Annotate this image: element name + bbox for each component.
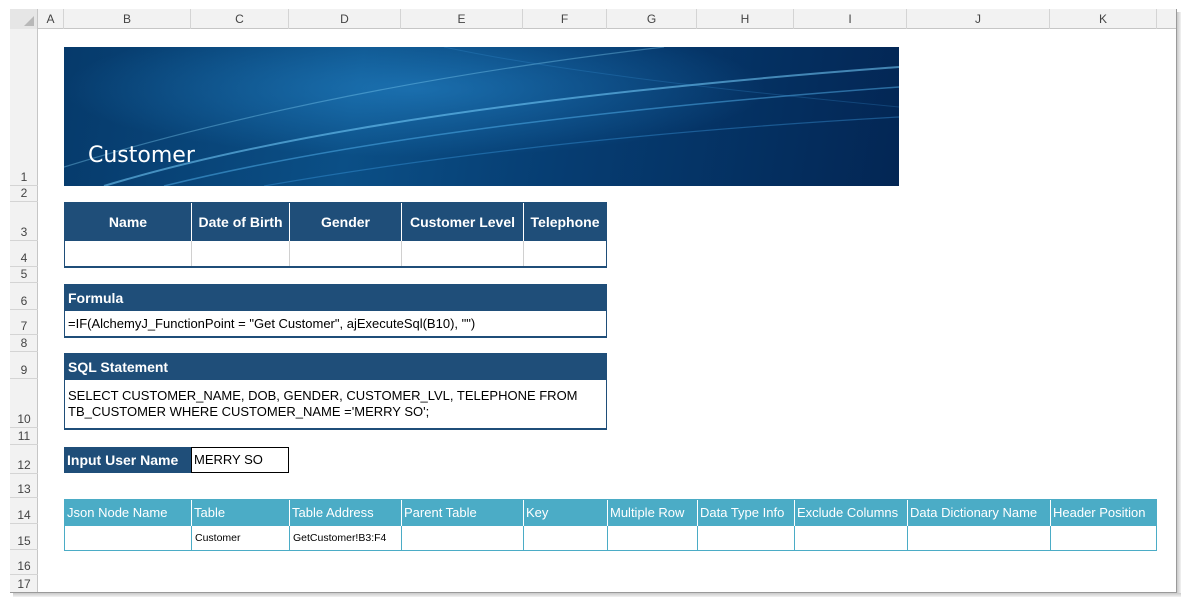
row-header-14[interactable]: 14 <box>10 498 38 524</box>
sql-line-1: SELECT CUSTOMER_NAME, DOB, GENDER, CUSTO… <box>68 388 578 403</box>
mapping-table: Json Node Name Table Table Address Paren… <box>64 499 1157 551</box>
row-header-11[interactable]: 11 <box>10 428 38 445</box>
mapping-header-table-address: Table Address <box>290 500 402 526</box>
mapping-cell-parent-table[interactable] <box>402 526 524 550</box>
row-header-5[interactable]: 5 <box>10 267 38 283</box>
sql-header: SQL Statement <box>65 354 606 380</box>
row-header-10[interactable]: 10 <box>10 379 38 428</box>
mapping-header-json-node-name: Json Node Name <box>65 500 192 526</box>
row-header-bar: 1 2 3 4 5 6 7 8 9 10 11 12 13 14 15 16 1… <box>10 29 38 592</box>
mapping-header-data-dictionary-name: Data Dictionary Name <box>908 500 1051 526</box>
header-date-of-birth: Date of Birth <box>192 203 290 241</box>
row-header-15[interactable]: 15 <box>10 524 38 550</box>
column-header-d[interactable]: D <box>289 9 401 29</box>
row-header-6[interactable]: 6 <box>10 283 38 310</box>
row-header-4[interactable]: 4 <box>10 241 38 267</box>
mapping-cell-data-dictionary-name[interactable] <box>908 526 1051 550</box>
mapping-header-multiple-row: Multiple Row <box>608 500 698 526</box>
mapping-cell-exclude-columns[interactable] <box>795 526 908 550</box>
input-user-name-label: Input User Name <box>64 447 191 473</box>
mapping-cell-table[interactable]: Customer <box>192 526 290 550</box>
mapping-cell-header-position[interactable] <box>1051 526 1156 550</box>
row-header-13[interactable]: 13 <box>10 474 38 498</box>
formula-cell[interactable]: =IF(AlchemyJ_FunctionPoint = "Get Custom… <box>65 311 606 336</box>
column-header-f[interactable]: F <box>523 9 607 29</box>
select-all-button[interactable] <box>10 9 38 29</box>
row-header-2[interactable]: 2 <box>10 186 38 202</box>
column-header-k[interactable]: K <box>1050 9 1157 29</box>
row-header-3[interactable]: 3 <box>10 202 38 241</box>
row-header-9[interactable]: 9 <box>10 352 38 379</box>
column-header-j[interactable]: J <box>907 9 1050 29</box>
mapping-header-exclude-columns: Exclude Columns <box>795 500 908 526</box>
formula-block: Formula =IF(AlchemyJ_FunctionPoint = "Ge… <box>64 284 607 338</box>
mapping-header-header-position: Header Position <box>1051 500 1156 526</box>
header-customer-level: Customer Level <box>402 203 524 241</box>
header-name: Name <box>65 203 192 241</box>
row-header-16[interactable]: 16 <box>10 550 38 575</box>
mapping-header-key: Key <box>524 500 608 526</box>
header-gender: Gender <box>290 203 402 241</box>
row-header-7[interactable]: 7 <box>10 310 38 335</box>
formula-header: Formula <box>65 285 606 311</box>
mapping-cell-json-node-name[interactable] <box>65 526 192 550</box>
row-header-8[interactable]: 8 <box>10 335 38 352</box>
column-header-h[interactable]: H <box>697 9 794 29</box>
column-header-i[interactable]: I <box>794 9 907 29</box>
cell-date-of-birth[interactable] <box>192 241 290 266</box>
column-header-e[interactable]: E <box>401 9 523 29</box>
banner-image: Customer <box>64 47 899 186</box>
customer-table: Name Date of Birth Gender Customer Level… <box>64 202 607 268</box>
cell-customer-level[interactable] <box>402 241 524 266</box>
input-user-name-field[interactable]: MERRY SO <box>191 447 289 473</box>
column-header-c[interactable]: C <box>191 9 289 29</box>
column-header-a[interactable]: A <box>38 9 64 29</box>
mapping-cell-key[interactable] <box>524 526 608 550</box>
mapping-header-data-type-info: Data Type Info <box>698 500 795 526</box>
mapping-cell-data-type-info[interactable] <box>698 526 795 550</box>
cell-name[interactable] <box>65 241 192 266</box>
spreadsheet-window: A B C D E F G H I J K 1 2 3 4 5 6 7 8 9 … <box>10 9 1177 593</box>
sql-line-2: TB_CUSTOMER WHERE CUSTOMER_NAME ='MERRY … <box>68 404 430 419</box>
cell-gender[interactable] <box>290 241 402 266</box>
mapping-header-parent-table: Parent Table <box>402 500 524 526</box>
sql-cell[interactable]: SELECT CUSTOMER_NAME, DOB, GENDER, CUSTO… <box>65 380 606 428</box>
row-header-12[interactable]: 12 <box>10 445 38 474</box>
sql-block: SQL Statement SELECT CUSTOMER_NAME, DOB,… <box>64 353 607 430</box>
column-header-bar: A B C D E F G H I J K <box>10 9 1176 29</box>
column-header-g[interactable]: G <box>607 9 697 29</box>
mapping-header-table: Table <box>192 500 290 526</box>
mapping-cell-multiple-row[interactable] <box>608 526 698 550</box>
header-telephone: Telephone <box>524 203 606 241</box>
column-header-b[interactable]: B <box>64 9 191 29</box>
row-header-17[interactable]: 17 <box>10 575 38 592</box>
row-header-1[interactable]: 1 <box>10 29 38 186</box>
mapping-cell-table-address[interactable]: GetCustomer!B3:F4 <box>290 526 402 550</box>
cell-telephone[interactable] <box>524 241 606 266</box>
banner-title: Customer <box>88 143 195 168</box>
select-all-triangle-icon <box>24 16 34 26</box>
